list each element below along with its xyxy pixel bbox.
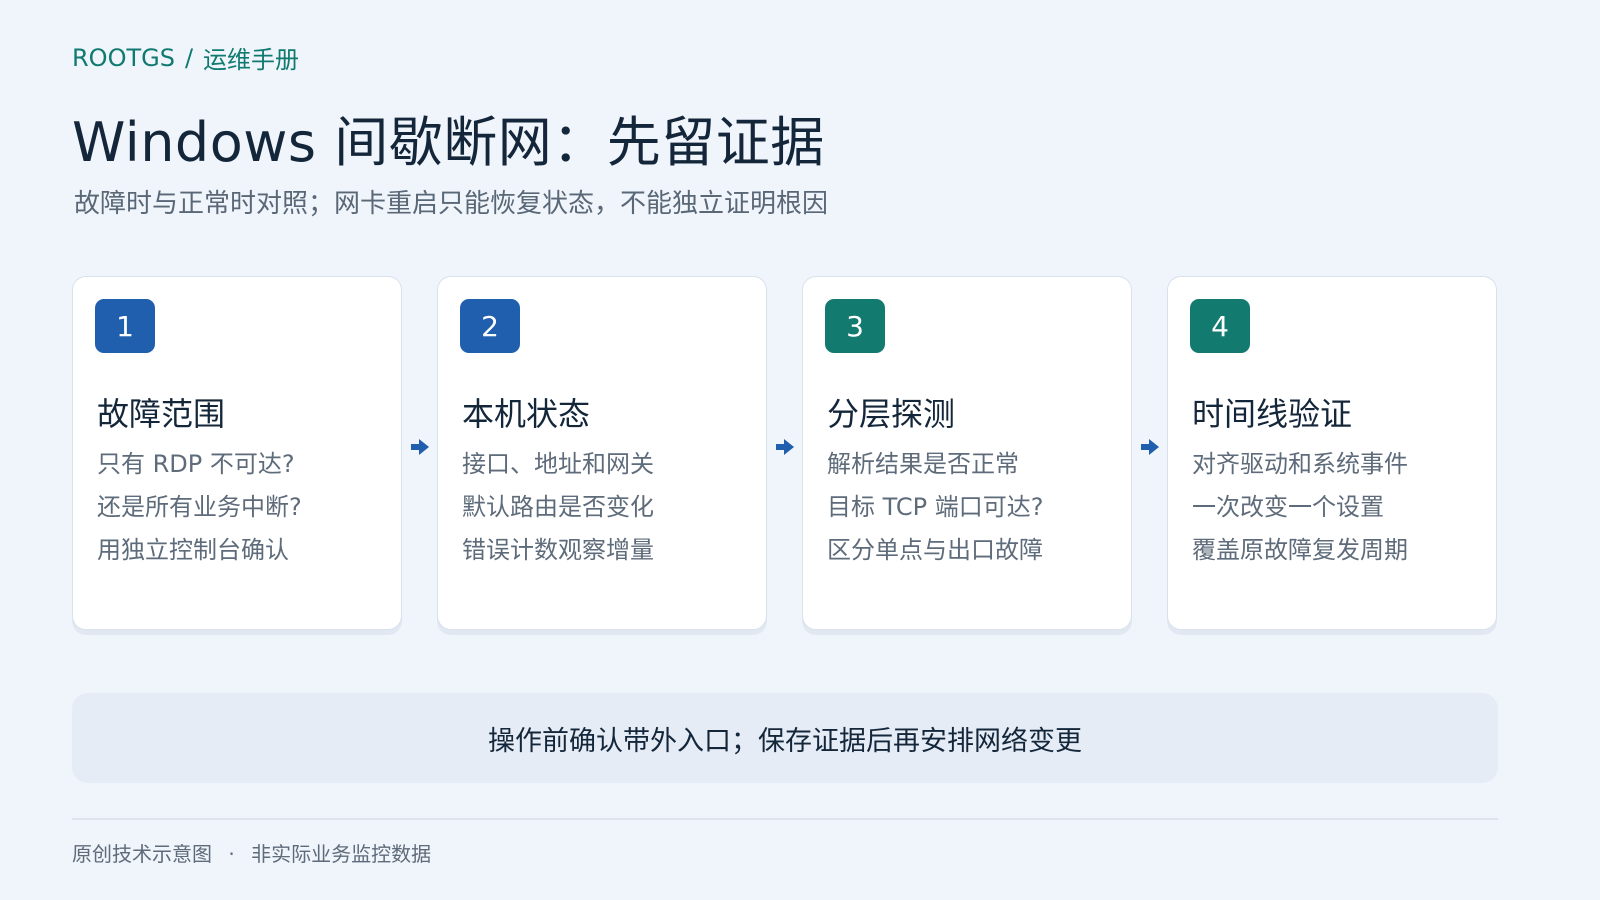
step-card-4: 4 时间线验证 对齐驱动和系统事件 一次改变一个设置 覆盖原故障复发周期: [1167, 276, 1497, 630]
step-lines: 只有 RDP 不可达? 还是所有业务中断? 用独立控制台确认: [97, 449, 302, 578]
breadcrumb-separator: /: [184, 43, 194, 72]
step-line: 区分单点与出口故障: [827, 536, 1043, 564]
step-card-1: 1 故障范围 只有 RDP 不可达? 还是所有业务中断? 用独立控制台确认: [72, 276, 402, 630]
step-flow: 1 故障范围 只有 RDP 不可达? 还是所有业务中断? 用独立控制台确认 2 …: [72, 276, 1528, 634]
step-card-2: 2 本机状态 接口、地址和网关 默认路由是否变化 错误计数观察增量: [437, 276, 767, 630]
step-number-badge: 1: [95, 299, 155, 353]
step-line: 只有 RDP 不可达?: [97, 450, 295, 478]
step-line: 对齐驱动和系统事件: [1192, 450, 1408, 478]
step-title: 本机状态: [462, 395, 591, 433]
step-title: 故障范围: [97, 395, 226, 433]
step-line: 接口、地址和网关: [462, 450, 654, 478]
step-lines: 接口、地址和网关 默认路由是否变化 错误计数观察增量: [462, 449, 654, 578]
footnote-separator: ·: [228, 842, 235, 866]
page-title: Windows 间歇断网：先留证据: [72, 111, 825, 174]
step-title: 时间线验证: [1192, 395, 1353, 433]
step-line: 解析结果是否正常: [827, 450, 1019, 478]
step-card-3: 3 分层探测 解析结果是否正常 目标 TCP 端口可达? 区分单点与出口故障: [802, 276, 1132, 630]
arrow-right-icon: [774, 436, 796, 458]
footnote-right: 非实际业务监控数据: [251, 842, 432, 866]
breadcrumb-brand[interactable]: ROOTGS: [72, 44, 175, 72]
divider: [72, 818, 1498, 820]
step-line: 默认路由是否变化: [462, 493, 654, 521]
arrow-right-icon: [409, 436, 431, 458]
step-number-badge: 2: [460, 299, 520, 353]
step-line: 一次改变一个设置: [1192, 493, 1384, 521]
footnote: 原创技术示意图 · 非实际业务监控数据: [72, 838, 431, 867]
callout-text: 操作前确认带外入口；保存证据后再安排网络变更: [488, 725, 1082, 757]
step-title: 分层探测: [827, 395, 956, 433]
step-line: 目标 TCP 端口可达?: [827, 493, 1044, 521]
step-lines: 解析结果是否正常 目标 TCP 端口可达? 区分单点与出口故障: [827, 449, 1043, 578]
callout-banner: 操作前确认带外入口；保存证据后再安排网络变更: [72, 693, 1498, 783]
step-line: 错误计数观察增量: [462, 536, 654, 564]
step-line: 还是所有业务中断?: [97, 493, 302, 521]
step-number-badge: 4: [1190, 299, 1250, 353]
page-subtitle: 故障时与正常时对照；网卡重启只能恢复状态，不能独立证明根因: [74, 189, 829, 219]
breadcrumb-section[interactable]: 运维手册: [203, 40, 299, 75]
step-lines: 对齐驱动和系统事件 一次改变一个设置 覆盖原故障复发周期: [1192, 449, 1408, 578]
footnote-left: 原创技术示意图: [72, 842, 212, 866]
step-line: 用独立控制台确认: [97, 536, 289, 564]
breadcrumb: ROOTGS / 运维手册: [72, 40, 299, 75]
step-line: 覆盖原故障复发周期: [1192, 536, 1408, 564]
arrow-right-icon: [1139, 436, 1161, 458]
step-number-badge: 3: [825, 299, 885, 353]
